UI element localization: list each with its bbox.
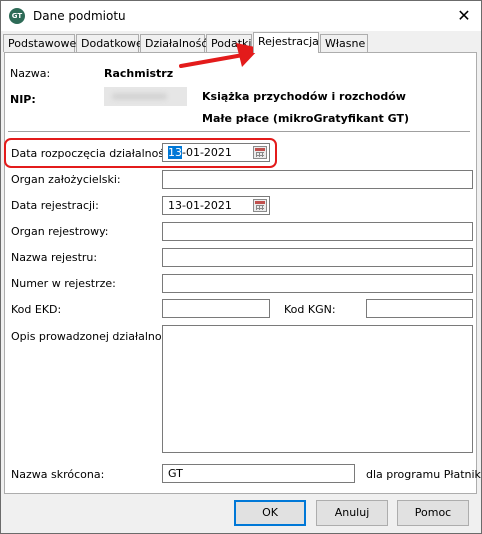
data-rejestracji-label: Data rejestracji: xyxy=(11,199,99,212)
nip-label: NIP: xyxy=(10,93,36,106)
opis-textarea[interactable] xyxy=(162,325,473,453)
kod-ekd-label: Kod EKD: xyxy=(11,303,62,316)
organ-rejestrowy-field[interactable] xyxy=(162,222,473,241)
nip-blur xyxy=(112,93,167,100)
nazwa-skrocona-label: Nazwa skrócona: xyxy=(11,468,105,481)
separator xyxy=(8,131,470,132)
tab-podstawowe[interactable]: Podstawowe xyxy=(3,34,76,52)
nazwa-rejestru-field[interactable] xyxy=(162,248,473,267)
app-logo-icon: GT xyxy=(9,8,25,24)
ok-button[interactable]: OK xyxy=(234,500,306,526)
highlight-box xyxy=(4,138,277,168)
numer-w-rejestrze-field[interactable] xyxy=(162,274,473,293)
organ-rejestrowy-label: Organ rejestrowy: xyxy=(11,225,109,238)
opis-label: Opis prowadzonej działalności: xyxy=(11,330,181,343)
nazwa-rejestru-label: Nazwa rejestru: xyxy=(11,251,98,264)
tab-dodatkowe[interactable]: Dodatkowe xyxy=(76,34,143,52)
tab-podatki[interactable]: Podatki xyxy=(206,34,252,52)
organ-zalozycielski-field[interactable] xyxy=(162,170,473,189)
organ-zalozycielski-label: Organ założycielski: xyxy=(11,173,121,186)
help-button[interactable]: Pomoc xyxy=(397,500,469,526)
nazwa-label: Nazwa: xyxy=(10,67,51,80)
payer-type: Małe płace (mikroGratyfikant GT) xyxy=(202,112,409,125)
numer-w-rejestrze-label: Numer w rejestrze: xyxy=(11,277,116,290)
calendar-icon[interactable] xyxy=(253,199,267,212)
platnik-note: dla programu Płatnik xyxy=(366,468,481,481)
tab-rejestracja[interactable]: Rejestracja xyxy=(253,32,319,53)
kod-ekd-field[interactable] xyxy=(162,299,270,318)
cancel-button[interactable]: Anuluj xyxy=(316,500,388,526)
kod-kgn-label: Kod KGN: xyxy=(284,303,336,316)
nazwa-skrocona-field[interactable]: GT xyxy=(162,464,355,483)
close-button[interactable]: ✕ xyxy=(447,1,481,31)
tab-dzialalnosc[interactable]: Działalność xyxy=(140,34,207,52)
nazwa-value: Rachmistrz xyxy=(104,67,174,80)
window-title: Dane podmiotu xyxy=(33,9,126,23)
title-bar[interactable]: GT Dane podmiotu ✕ xyxy=(1,1,481,31)
book-type: Książka przychodów i rozchodów xyxy=(202,90,406,103)
kod-kgn-field[interactable] xyxy=(366,299,473,318)
tab-wlasne[interactable]: Własne xyxy=(320,34,368,52)
